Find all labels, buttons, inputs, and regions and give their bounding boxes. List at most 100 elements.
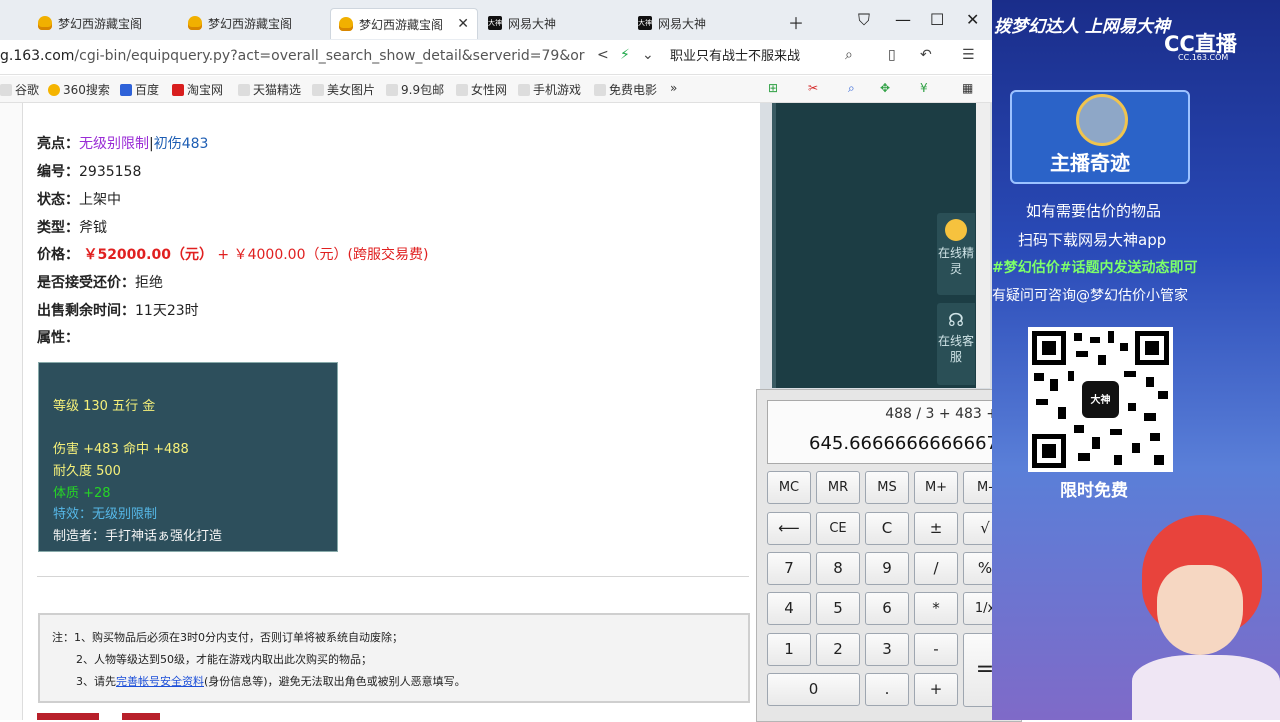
tab-3-active[interactable]: 梦幻西游藏宝阁 ✕ (330, 8, 478, 39)
remaining-time-value: 11天23时 (135, 303, 199, 319)
note-line-2: 2、人物等级达到50级，才能在游戏内取出此次购买的物品； (76, 653, 372, 666)
bookmark-9-9[interactable]: 9.9包邮 (386, 81, 444, 98)
calc-key-6[interactable]: 6 (865, 592, 909, 625)
calc-key-multiply[interactable]: * (914, 592, 958, 625)
tab-label: 网易大神 (658, 16, 707, 31)
tab-2[interactable]: 梦幻西游藏宝阁 (180, 8, 325, 38)
bookmarks-more[interactable]: » (670, 81, 677, 95)
gem-icon (339, 17, 353, 31)
side-strip: 在线精灵 ☊ 在线客服 (760, 103, 992, 393)
lightning-icon[interactable]: ⚡ (620, 47, 630, 63)
scrollbar[interactable] (976, 103, 990, 388)
plugin-icon[interactable]: ⊞ (768, 81, 778, 95)
note-line-1: 注：1、购买物品后必须在3时0分内支付，否则订单将被系统自动废除； (52, 631, 403, 644)
calc-key-3[interactable]: 3 (865, 633, 909, 666)
calc-key-mc[interactable]: MC (767, 471, 811, 504)
undo-icon[interactable]: ↶ (920, 47, 932, 63)
attributes-label: 属性： (37, 330, 79, 346)
search-icon[interactable]: ⌕ (845, 47, 853, 63)
paw-icon (120, 84, 132, 96)
stat-level: 等级 130 五行 金 (53, 399, 156, 414)
calc-key-m-plus[interactable]: M+ (914, 471, 958, 504)
bookmark-baidu[interactable]: 百度 (120, 81, 159, 98)
yen-icon[interactable]: ¥ (920, 81, 928, 95)
status-row: 状态：上架中 (37, 189, 121, 209)
stat-damage: 伤害 +483 命中 +488 (53, 442, 189, 457)
calc-key-5[interactable]: 5 (816, 592, 860, 625)
price-label: 价格： (37, 247, 79, 263)
calc-key-8[interactable]: 8 (816, 552, 860, 585)
share-icon[interactable]: < (597, 47, 609, 63)
maximize-icon[interactable]: ☐ (930, 10, 944, 29)
chevron-down-icon[interactable]: ⌄ (642, 47, 654, 63)
stream-promo-panel: 拨梦幻达人 上网易大神 CC直播 CC.163.COM 主播奇迹 如有需要估价的… (992, 0, 1280, 720)
bookmark-women[interactable]: 女性网 (456, 81, 507, 98)
bookmark-pictures[interactable]: 美女图片 (312, 81, 375, 98)
minimize-icon[interactable]: — (895, 10, 911, 29)
counter-offer-row: 是否接受还价：拒绝 (37, 272, 163, 292)
qr-center-logo: 大神 (1090, 395, 1111, 406)
remaining-time-label: 出售剩余时间： (37, 303, 135, 319)
shirt-icon[interactable]: ⛉ (858, 10, 870, 30)
stat-maker: 制造者：手打神话ぁ强化打造 (53, 529, 223, 544)
page-icon (456, 84, 468, 96)
magnifier-icon[interactable]: ⌕ (848, 81, 855, 96)
id-value: 2935158 (79, 164, 142, 180)
status-label: 状态： (37, 192, 79, 208)
calc-key-7[interactable]: 7 (767, 552, 811, 585)
url-field[interactable]: g.163.com/cgi-bin/equipquery.py?act=over… (0, 48, 585, 64)
counter-offer-label: 是否接受还价： (37, 275, 135, 291)
tab-label: 网易大神 (508, 16, 557, 31)
address-bar: g.163.com/cgi-bin/equipquery.py?act=over… (0, 40, 992, 75)
tab-1[interactable]: 梦幻西游藏宝阁 (30, 8, 175, 38)
calc-key-divide[interactable]: / (914, 552, 958, 585)
menu-icon[interactable]: ☰ (962, 47, 975, 63)
character-face (1157, 565, 1243, 655)
close-window-icon[interactable]: ✕ (966, 10, 979, 29)
calc-key-decimal[interactable]: . (865, 673, 909, 706)
bookmark-tmall[interactable]: 天猫精选 (238, 81, 301, 98)
calc-key-plus[interactable]: + (914, 673, 958, 706)
tab-5[interactable]: 大神 网易大神 (630, 8, 775, 38)
promo-line-2: 扫码下载网易大神app (1018, 231, 1167, 249)
new-tab-icon[interactable]: ＋ (788, 10, 804, 34)
collect-button[interactable] (122, 713, 160, 720)
type-label: 类型： (37, 220, 79, 236)
bookmark-mobile-games[interactable]: 手机游戏 (518, 81, 581, 98)
grid-icon[interactable]: ▦ (962, 81, 973, 95)
tab-4[interactable]: 大神 网易大神 (480, 8, 625, 38)
calc-key-mr[interactable]: MR (816, 471, 860, 504)
highlight-label: 亮点： (37, 136, 79, 152)
search-input[interactable]: 职业只有战士不服来战 (670, 44, 865, 70)
calc-key-ms[interactable]: MS (865, 471, 909, 504)
calc-key-4[interactable]: 4 (767, 592, 811, 625)
calc-key-2[interactable]: 2 (816, 633, 860, 666)
calc-key-0[interactable]: 0 (767, 673, 860, 706)
calc-key-backspace[interactable]: ⟵ (767, 512, 811, 545)
calculator-expression: 488 / 3 + 483 + (885, 406, 998, 422)
calc-key-sign[interactable]: ± (914, 512, 958, 545)
bookmark-movies[interactable]: 免费电影 (594, 81, 657, 98)
page-icon (312, 84, 324, 96)
notes-box: 注：1、购买物品后必须在3时0分内支付，否则订单将被系统自动废除； 2、人物等级… (38, 613, 750, 703)
headset-icon: ☊ (948, 310, 964, 331)
calc-key-ce[interactable]: CE (816, 512, 860, 545)
calc-key-minus[interactable]: - (914, 633, 958, 666)
calc-key-1[interactable]: 1 (767, 633, 811, 666)
tablet-icon[interactable]: ▯ (888, 47, 896, 63)
security-info-link[interactable]: 完善帐号安全资料 (116, 675, 204, 688)
bookmark-taobao[interactable]: 淘宝网 (172, 81, 223, 98)
gem-icon (38, 16, 52, 30)
bookmark-google[interactable]: 谷歌 (0, 81, 39, 98)
tab-bar: 梦幻西游藏宝阁 梦幻西游藏宝阁 梦幻西游藏宝阁 ✕ 大神 网易大神 大神 网易大… (0, 0, 992, 44)
online-elf-button[interactable]: 在线精灵 (937, 213, 975, 295)
online-service-button[interactable]: ☊ 在线客服 (937, 303, 975, 385)
calc-key-clear[interactable]: C (865, 512, 909, 545)
bookmark-360[interactable]: 360搜索 (48, 81, 110, 98)
buy-button[interactable] (37, 713, 99, 720)
calc-key-9[interactable]: 9 (865, 552, 909, 585)
close-tab-icon[interactable]: ✕ (457, 16, 469, 32)
scissors-icon[interactable]: ✂ (808, 81, 818, 95)
gamepad-icon[interactable]: ✥ (880, 81, 890, 95)
online-elf-label: 在线精灵 (937, 246, 974, 276)
